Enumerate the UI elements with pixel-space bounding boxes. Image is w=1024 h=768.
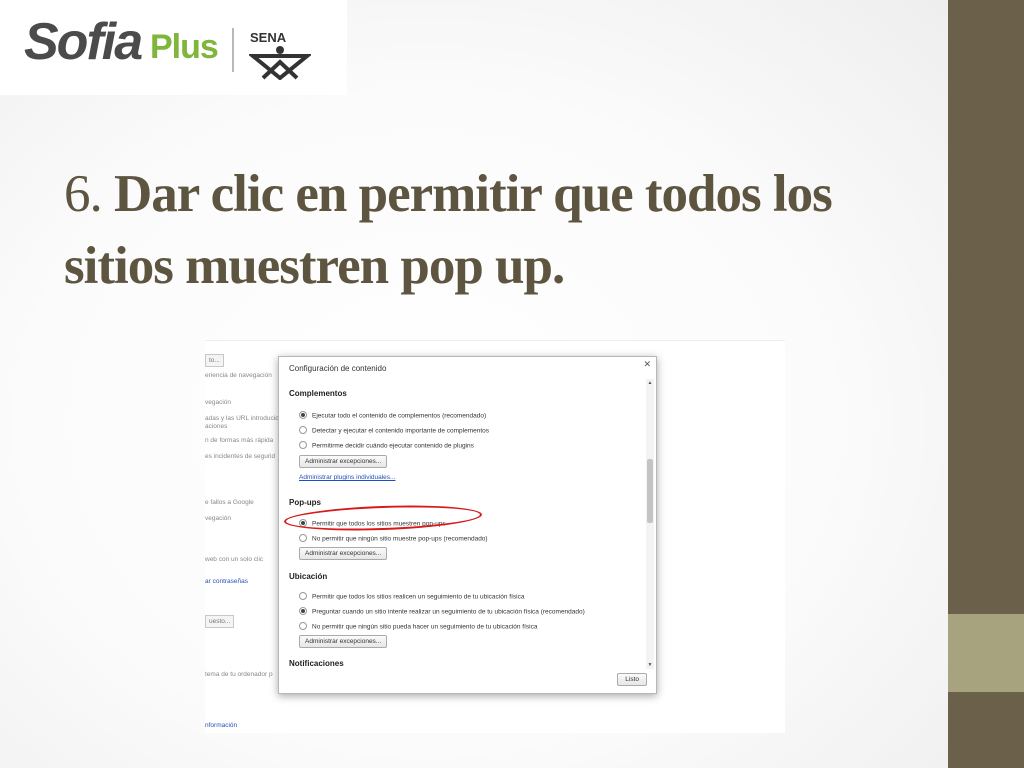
manage-plugins-link[interactable]: Administrar plugins individuales... [299,474,395,481]
settings-label: eriencia de navegación [205,372,272,379]
radio-button[interactable] [299,621,307,630]
settings-label: tema de tu ordenador p [205,671,273,678]
settings-link[interactable]: nformación [205,722,237,729]
radio-option-label: No permitir que ningún sitio pueda hacer… [312,623,538,631]
radio-option-label: No permitir que ningún sitio muestre pop… [312,535,488,543]
slide-title-number: 6. [64,165,103,223]
settings-label: n de formas más rápida [205,437,274,444]
dialog-title: Configuración de contenido [289,364,387,373]
radio-option-popups-block[interactable]: No permitir que ningún sitio muestre pop… [299,530,488,543]
settings-label: e fallos a Google [205,499,254,506]
radio-option-complementos-run-all[interactable]: Ejecutar todo el contenido de complement… [299,407,487,420]
dialog-scrollbar[interactable]: ▲ ▼ [646,379,654,669]
right-accent-block [948,614,1024,692]
manage-exceptions-button-complementos[interactable]: Administrar excepciones... [299,455,388,468]
scroll-down-arrow-icon[interactable]: ▼ [646,661,654,669]
settings-button[interactable]: uesto... [205,615,235,628]
manage-exceptions-button-popups[interactable]: Administrar excepciones... [299,547,388,560]
close-icon[interactable]: ✕ [643,359,651,370]
settings-label: aciones [205,423,228,430]
radio-button[interactable] [299,591,307,600]
radio-option-label: Permitir que todos los sitios realicen u… [312,593,525,601]
settings-label: adas y las URL introducid [205,415,279,422]
radio-option-label: Ejecutar todo el contenido de complement… [312,412,487,420]
radio-button[interactable] [299,410,307,419]
settings-label: vegación [205,399,232,406]
radio-button[interactable] [299,440,307,449]
done-button[interactable]: Listo [617,673,647,686]
radio-option-location-block[interactable]: No permitir que ningún sitio pueda hacer… [299,618,538,631]
radio-option-location-allow-all[interactable]: Permitir que todos los sitios realicen u… [299,588,525,601]
radio-button[interactable] [299,606,307,615]
section-heading-complementos: Complementos [289,389,347,398]
slide-title-text: Dar clic en permitir que todos los sitio… [64,165,833,295]
logo-plus-text: Plus [150,28,219,66]
logo-sofia-text: Sofia [24,13,143,71]
scroll-up-arrow-icon[interactable]: ▲ [646,379,654,387]
settings-button[interactable]: to... [205,354,224,367]
section-heading-ubicacion: Ubicación [289,572,328,581]
radio-option-label: Permitirme decidir cuándo ejecutar conte… [312,442,474,450]
settings-label: web con un solo clic [205,556,264,563]
settings-label: vegación [205,515,232,522]
slide-title: 6. Dar clic en permitir que todos los si… [64,158,924,302]
logo-divider [232,28,234,72]
section-heading-notificaciones: Notificaciones [289,659,344,668]
radio-option-complementos-detect[interactable]: Detectar y ejecutar el contenido importa… [299,422,490,435]
sena-logo-icon [249,46,311,80]
radio-option-label: Detectar y ejecutar el contenido importa… [312,427,490,435]
settings-link[interactable]: ar contraseñas [205,578,248,585]
radio-option-label: Preguntar cuando un sitio intente realiz… [312,608,585,616]
radio-button[interactable] [299,425,307,434]
radio-option-complementos-ask[interactable]: Permitirme decidir cuándo ejecutar conte… [299,437,474,450]
logo-sena-text: SENA [250,30,287,45]
logo-area: Sofia Plus SENA [0,0,347,95]
manage-exceptions-button-location[interactable]: Administrar excepciones... [299,635,388,648]
radio-option-location-ask[interactable]: Preguntar cuando un sitio intente realiz… [299,603,585,616]
settings-label: es incidentes de segurid [205,453,276,460]
scrollbar-thumb[interactable] [647,459,653,523]
section-heading-popups: Pop-ups [289,498,321,507]
radio-button[interactable] [299,533,307,542]
